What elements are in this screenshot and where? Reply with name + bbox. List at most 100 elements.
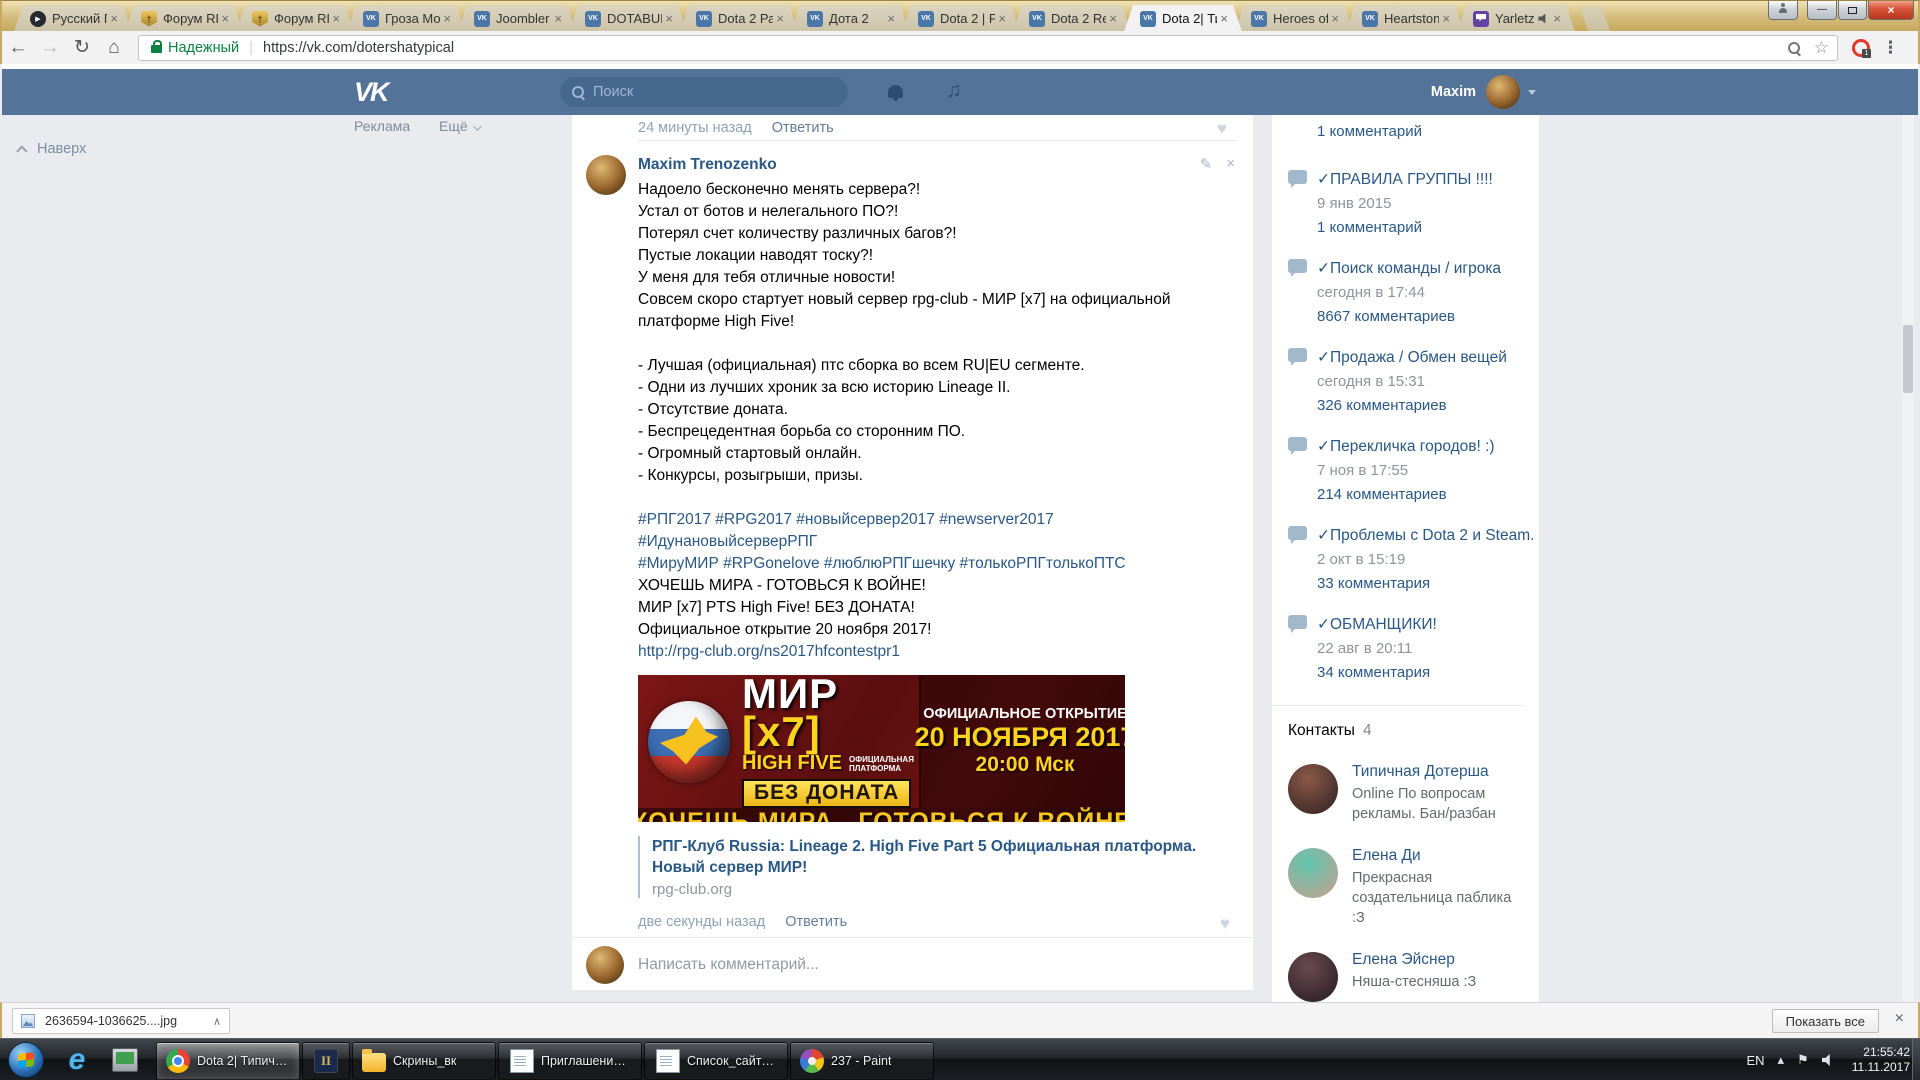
topic-comments-link[interactable]: 326 комментариев (1317, 394, 1539, 418)
topic-title-link[interactable]: ✓Поиск команды / игрока (1317, 257, 1539, 281)
close-window-button[interactable]: × (1868, 1, 1914, 20)
browser-tab[interactable]: † Форум RPG × (125, 5, 243, 32)
home-button[interactable]: ⌂ (98, 37, 130, 59)
ads-link[interactable]: Реклама (354, 118, 410, 134)
tab-close-icon[interactable]: × (221, 13, 229, 25)
contact-name-link[interactable]: Елена Ди (1352, 846, 1539, 866)
browser-tab[interactable]: VK Dota 2| Тип × (1124, 5, 1242, 32)
browser-menu-icon[interactable]: ⋮ (1882, 38, 1899, 58)
comment-link[interactable]: #МируМИР #RPGonelove #люблюРПГшечку #тол… (638, 555, 1126, 572)
tab-close-icon[interactable]: × (887, 13, 895, 25)
language-indicator[interactable]: EN (1746, 1053, 1764, 1068)
discussion-topic[interactable]: ✓Поиск команды / игрока сегодня в 17:44 86… (1288, 257, 1539, 329)
page-scrollbar[interactable] (1902, 115, 1914, 1002)
discussion-topic[interactable]: ✓Продажа / Обмен вещей сегодня в 15:31 326… (1288, 346, 1539, 418)
browser-tab[interactable]: VK Дота 2 × (791, 5, 909, 32)
like-heart-icon[interactable]: ♥ (1217, 119, 1227, 139)
comment-link[interactable]: #РПГ2017 #RPG2017 #новыйсервер2017 #news… (638, 511, 1054, 550)
discussion-topic[interactable]: ✓ПРАВИЛА ГРУППЫ !!!! 9 янв 2015 1 коммента… (1288, 168, 1539, 240)
extension-icon[interactable]: 1 (1852, 38, 1871, 58)
url-text[interactable]: https://vk.com/dotershatypical (263, 40, 454, 56)
tab-close-icon[interactable]: × (1220, 13, 1228, 25)
link-preview[interactable]: РПГ-Клуб Russia: Lineage 2. High Five Pa… (638, 836, 1230, 898)
taskbar-window-lineage[interactable]: II (302, 1041, 350, 1080)
contacts-title[interactable]: Контакты (1288, 722, 1355, 739)
contact-name-link[interactable]: Типичная Дотерша (1352, 762, 1539, 782)
edit-pencil-icon[interactable]: ✎ (1200, 155, 1213, 173)
internet-explorer-icon[interactable]: e (56, 1039, 98, 1080)
user-menu[interactable]: Maxim (1431, 75, 1536, 109)
browser-tab[interactable]: † Форум RPG × (236, 5, 354, 32)
topic-title-link[interactable]: ✓Продажа / Обмен вещей (1317, 346, 1539, 370)
topic-title-link[interactable]: ✓Проблемы с Dota 2 и Steam. (1317, 524, 1539, 548)
file-menu-caret-icon[interactable]: ∧ (213, 1015, 221, 1028)
contact-avatar[interactable] (1288, 952, 1338, 1002)
topic-title-link[interactable]: ✓ОБМАНЩИКИ! (1317, 613, 1539, 637)
browser-tab[interactable]: VK Гроза Мор× (347, 5, 465, 32)
forward-button[interactable]: → (34, 37, 66, 59)
show-all-downloads-button[interactable]: Показать все (1771, 1009, 1879, 1033)
discussion-topic[interactable]: ✓Перекличка городов! :) 7 ноя в 17:55 214 … (1288, 435, 1539, 507)
taskbar-window-notepad[interactable]: Список_сайтов_в... (644, 1041, 788, 1080)
tab-close-icon[interactable]: × (1331, 13, 1339, 25)
topic-title-link[interactable]: ✓ПРАВИЛА ГРУППЫ !!!! (1317, 168, 1539, 192)
browser-tab[interactable]: VK Heroes of × (1235, 5, 1353, 32)
taskbar-window-paint[interactable]: 237 - Paint (790, 1041, 934, 1080)
scrollbar-thumb[interactable] (1903, 325, 1913, 393)
vk-search-box[interactable] (560, 77, 848, 107)
commenter-avatar[interactable] (586, 155, 626, 195)
search-input[interactable] (593, 84, 813, 100)
browser-tab[interactable]: VK Dota 2 | PR× (902, 5, 1020, 32)
taskbar-window-notepad[interactable]: Приглашение_В... (498, 1041, 642, 1080)
topic-comments-link[interactable]: 1 комментарий (1317, 123, 1422, 140)
tab-close-icon[interactable]: × (1109, 13, 1117, 25)
action-center-flag-icon[interactable]: ⚑ (1797, 1052, 1809, 1068)
close-download-shelf-icon[interactable]: × (1895, 1011, 1904, 1027)
tab-close-icon[interactable]: × (665, 13, 673, 25)
contact-name-link[interactable]: Елена Эйснер (1352, 950, 1539, 970)
like-heart-icon[interactable]: ♥ (1220, 914, 1230, 934)
commenter-name-link[interactable]: Maxim Trenozenko (638, 155, 777, 175)
zoom-page-icon[interactable] (1787, 41, 1800, 54)
tray-expand-icon[interactable]: ▴ (1778, 1052, 1785, 1068)
start-button[interactable] (8, 1042, 44, 1078)
topic-comments-link[interactable]: 33 комментария (1317, 572, 1539, 596)
tab-close-icon[interactable]: × (332, 13, 340, 25)
tab-audio-icon[interactable] (1538, 14, 1548, 24)
contact-item[interactable]: Типичная Дотерша Online По вопросам рекла… (1288, 762, 1539, 824)
secure-label[interactable]: Надежный (168, 40, 239, 56)
contact-item[interactable]: Елена Эйснер Няша-стесняша :З (1288, 950, 1539, 1002)
refresh-button[interactable]: ↻ (66, 36, 98, 59)
music-icon[interactable]: ♫ (946, 79, 962, 103)
topic-comments-link[interactable]: 8667 комментариев (1317, 305, 1539, 329)
reply-link[interactable]: Ответить (785, 914, 847, 930)
bookmark-star-icon[interactable]: ☆ (1814, 39, 1829, 56)
tab-close-icon[interactable]: × (1553, 13, 1561, 25)
promo-banner-image[interactable]: МИР [x7] HIGH FIVE ОФИЦИАЛЬНАЯ ПЛАТФОРМА… (638, 675, 1125, 822)
secure-lock-icon[interactable] (151, 40, 162, 53)
more-link[interactable]: Ещё (439, 118, 482, 134)
tab-close-icon[interactable]: × (110, 13, 118, 25)
browser-tab[interactable]: VK Joombler D × (458, 5, 576, 32)
browser-tab[interactable]: VK Dota 2 Reb× (1013, 5, 1131, 32)
browser-tab[interactable]: VK Dota 2 Раз× (680, 5, 798, 32)
tab-close-icon[interactable]: × (554, 13, 562, 25)
show-desktop-button[interactable] (1912, 1039, 1920, 1080)
back-button[interactable]: ← (2, 37, 34, 59)
topic-comments-link[interactable]: 1 комментарий (1317, 216, 1539, 240)
discussion-topic[interactable]: ✓ОБМАНЩИКИ! 22 авг в 20:11 34 комментария (1288, 613, 1539, 685)
topic-comments-link[interactable]: 214 комментариев (1317, 483, 1539, 507)
tab-close-icon[interactable]: × (776, 13, 784, 25)
app-quicklaunch-icon[interactable] (104, 1039, 146, 1080)
new-tab-button[interactable] (1580, 7, 1610, 31)
discussion-topic[interactable]: ✓Проблемы с Dota 2 и Steam. 2 окт в 15:19… (1288, 524, 1539, 596)
minimize-button[interactable]: — (1807, 1, 1837, 20)
delete-icon[interactable]: × (1226, 155, 1235, 173)
comment-link[interactable]: http://rpg-club.org/ns2017hfcontestpr1 (638, 643, 900, 660)
contact-avatar[interactable] (1288, 848, 1338, 898)
taskbar-clock[interactable]: 21:55:42 11.11.2017 (1852, 1045, 1910, 1075)
link-preview-title[interactable]: РПГ-Клуб Russia: Lineage 2. High Five Pa… (652, 836, 1230, 878)
notifications-bell-icon[interactable] (888, 85, 903, 101)
topic-title-link[interactable]: ✓Перекличка городов! :) (1317, 435, 1539, 459)
back-to-top-link[interactable]: Наверх (16, 141, 86, 157)
